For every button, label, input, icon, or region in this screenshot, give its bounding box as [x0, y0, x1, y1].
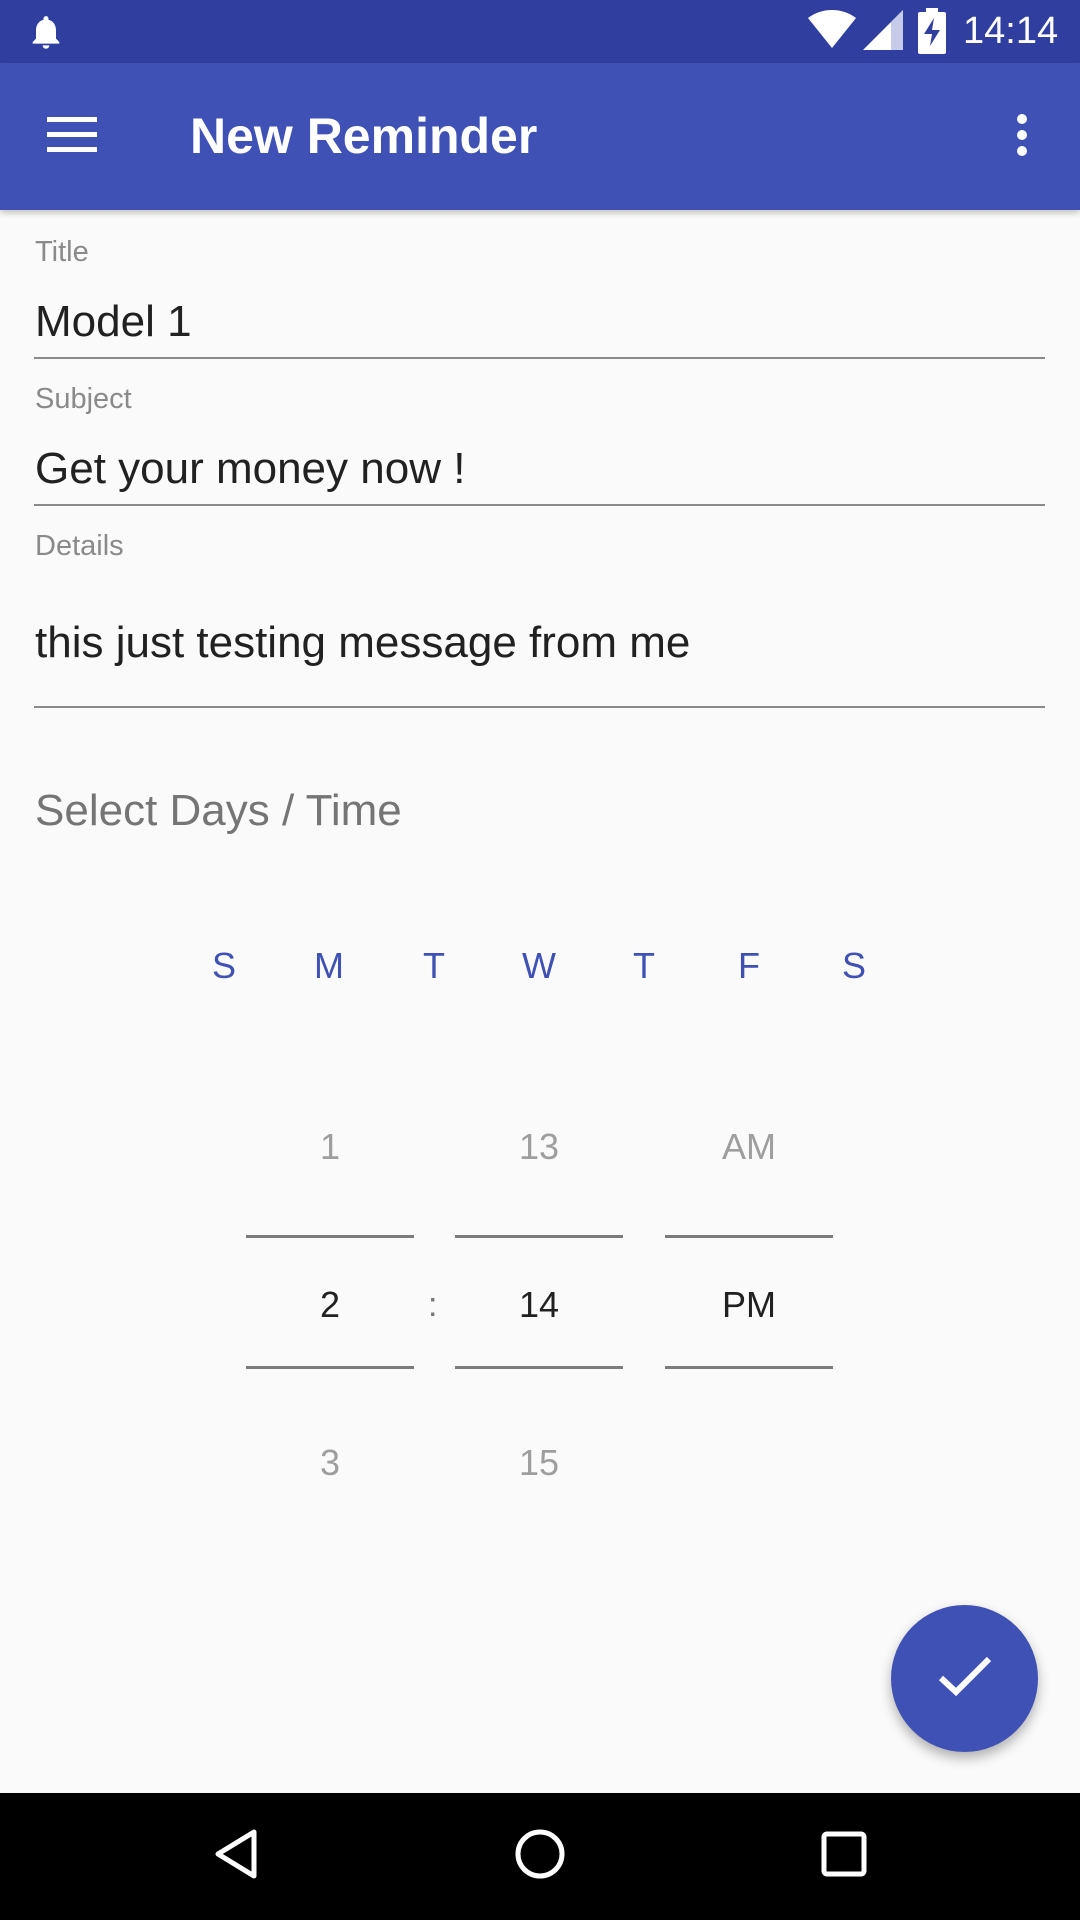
- ampm-divider-bottom: [665, 1366, 833, 1369]
- ampm-option-above[interactable]: AM: [665, 1126, 833, 1168]
- day-sunday[interactable]: S: [184, 945, 264, 987]
- day-monday[interactable]: M: [289, 945, 369, 987]
- system-nav-bar: [0, 1793, 1080, 1920]
- minute-option-above[interactable]: 13: [455, 1126, 623, 1168]
- home-button[interactable]: [495, 1811, 585, 1901]
- hour-option-above[interactable]: 1: [246, 1126, 414, 1168]
- battery-charging-icon: [918, 8, 946, 59]
- subject-label: Subject: [35, 383, 132, 415]
- day-wednesday[interactable]: W: [499, 945, 579, 987]
- back-button[interactable]: [191, 1811, 281, 1901]
- status-bar: 14:14: [0, 0, 1080, 63]
- notification-bell-icon: [26, 12, 66, 57]
- subject-field[interactable]: [35, 442, 1045, 496]
- app-bar: New Reminder: [0, 63, 1080, 210]
- select-days-time-heading: Select Days / Time: [35, 786, 402, 835]
- subject-underline: [34, 504, 1045, 506]
- day-thursday[interactable]: T: [604, 945, 684, 987]
- time-separator: :: [428, 1286, 438, 1324]
- day-tuesday[interactable]: T: [394, 945, 474, 987]
- recents-button[interactable]: [799, 1811, 889, 1901]
- day-saturday[interactable]: S: [814, 945, 894, 987]
- cell-signal-icon: [863, 10, 903, 55]
- ampm-selected[interactable]: PM: [665, 1284, 833, 1326]
- title-field[interactable]: [35, 295, 1045, 349]
- title-underline: [34, 357, 1045, 359]
- back-icon: [212, 1828, 260, 1885]
- hour-option-below[interactable]: 3: [246, 1442, 414, 1484]
- hour-divider-top: [246, 1235, 414, 1238]
- hour-selected[interactable]: 2: [246, 1284, 414, 1326]
- minute-option-below[interactable]: 15: [455, 1442, 623, 1484]
- wifi-icon: [808, 10, 856, 55]
- save-reminder-button[interactable]: [891, 1605, 1038, 1752]
- status-time: 14:14: [963, 10, 1059, 52]
- hamburger-menu-icon: [47, 116, 97, 158]
- ampm-divider-top: [665, 1235, 833, 1238]
- minute-divider-top: [455, 1235, 623, 1238]
- home-icon: [514, 1828, 566, 1885]
- more-vert-icon: [1015, 113, 1029, 162]
- details-underline: [34, 706, 1045, 708]
- recents-icon: [821, 1831, 867, 1882]
- overflow-menu-button[interactable]: [990, 94, 1054, 180]
- details-field[interactable]: [35, 616, 1045, 670]
- page-title: New Reminder: [190, 108, 538, 164]
- minute-divider-bottom: [455, 1366, 623, 1369]
- day-friday[interactable]: F: [709, 945, 789, 987]
- menu-button[interactable]: [24, 94, 120, 180]
- details-label: Details: [35, 530, 124, 562]
- check-icon: [937, 1654, 993, 1703]
- minute-selected[interactable]: 14: [455, 1284, 623, 1326]
- hour-divider-bottom: [246, 1366, 414, 1369]
- title-label: Title: [35, 236, 89, 268]
